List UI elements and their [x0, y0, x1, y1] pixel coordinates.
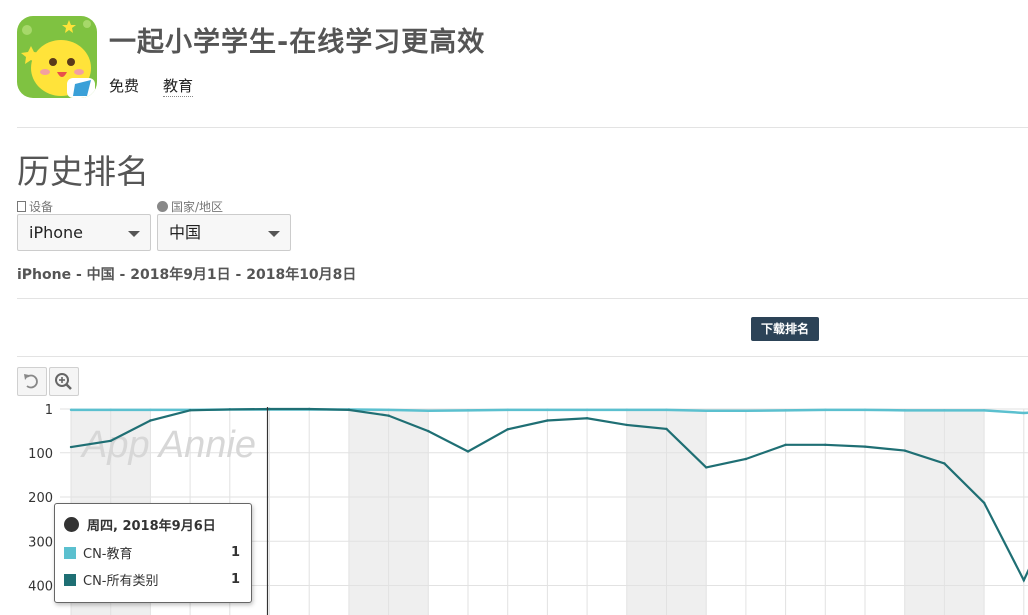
zoom-in-icon [55, 373, 72, 390]
category-link[interactable]: 教育 [163, 75, 194, 97]
data-point [1022, 579, 1025, 582]
y-tick-label: 200 [28, 491, 53, 506]
data-point [149, 419, 152, 422]
tooltip-series-name: CN-所有类别 [83, 574, 159, 589]
tooltip-series-value: 1 [230, 572, 240, 587]
data-point [1022, 411, 1025, 415]
y-tick-label: 300 [28, 535, 53, 550]
data-point [784, 443, 787, 447]
data-point [824, 443, 827, 447]
data-point [109, 439, 112, 443]
globe-icon [64, 517, 79, 532]
data-point [466, 450, 470, 453]
device-label: 设备 [17, 198, 53, 215]
data-point [506, 408, 509, 412]
chevron-down-icon [128, 231, 140, 237]
data-point [268, 407, 271, 411]
data-point [824, 408, 827, 412]
data-point [625, 423, 628, 427]
device-select[interactable]: iPhone [17, 214, 151, 251]
date-range-subtitle: iPhone - 中国 - 2018年9月1日 - 2018年10月8日 [17, 267, 357, 283]
data-point [387, 408, 390, 412]
tooltip-date: 周四, 2018年9月6日 [87, 519, 216, 534]
tooltip-header: 周四, 2018年9月6日 [64, 515, 216, 534]
app-tags: 免费 教育 [109, 75, 194, 97]
app-icon [17, 16, 97, 98]
tooltip-series-value: 1 [230, 545, 240, 560]
country-select[interactable]: 中国 [157, 214, 291, 251]
data-point [665, 427, 668, 431]
data-point [506, 428, 509, 431]
tooltip-row: CN-所有类别 1 [64, 570, 240, 589]
price-label: 免费 [109, 77, 140, 95]
data-point [228, 408, 231, 411]
data-point [744, 409, 748, 412]
data-point [347, 408, 351, 412]
data-point [943, 462, 946, 465]
data-point [784, 409, 787, 412]
data-point [546, 408, 549, 412]
section-title: 历史排名 [17, 152, 149, 191]
data-point [903, 449, 906, 452]
y-tick-label: 1 [45, 403, 53, 418]
data-point [982, 501, 986, 504]
tooltip-row: CN-教育 1 [64, 543, 240, 562]
y-tick-label: 100 [28, 447, 53, 462]
data-point [585, 408, 589, 412]
app-title: 一起小学学生-在线学习更高效 [109, 27, 486, 58]
data-point [427, 429, 430, 433]
series-swatch [64, 546, 76, 559]
data-point [69, 408, 73, 412]
data-point [863, 408, 867, 412]
undo-icon [24, 374, 38, 389]
zoom-in-button[interactable] [49, 367, 79, 396]
divider [17, 356, 1028, 357]
divider [17, 298, 1028, 299]
data-point [466, 409, 470, 412]
data-point [387, 414, 390, 417]
data-point [188, 409, 192, 412]
country-label: 国家/地区 [157, 198, 223, 215]
data-point [705, 466, 708, 469]
data-point [705, 409, 708, 412]
data-point [625, 408, 628, 412]
data-point [149, 408, 152, 412]
divider [17, 127, 1028, 128]
data-point [585, 417, 589, 420]
tooltip-series-name: CN-教育 [83, 547, 133, 562]
device-icon [17, 201, 26, 212]
data-point [665, 408, 668, 412]
tooltip: 周四, 2018年9月6日 CN-教育 1 CN-所有类别 1 [54, 503, 252, 603]
data-point [863, 445, 867, 448]
data-point [546, 419, 549, 422]
chevron-down-icon [268, 231, 280, 237]
globe-icon [157, 201, 168, 212]
download-rank-button[interactable]: 下载排名 [751, 317, 819, 341]
y-tick-label: 400 [28, 580, 53, 595]
reset-zoom-button[interactable] [17, 367, 47, 396]
data-point [982, 409, 986, 412]
series-swatch [64, 573, 76, 586]
data-point [943, 409, 946, 412]
data-point [744, 457, 748, 461]
data-point [308, 407, 311, 411]
data-point [427, 409, 430, 412]
watermark: App Annie [80, 424, 256, 466]
data-point [69, 445, 73, 449]
data-point [903, 409, 906, 412]
data-point [109, 408, 112, 412]
